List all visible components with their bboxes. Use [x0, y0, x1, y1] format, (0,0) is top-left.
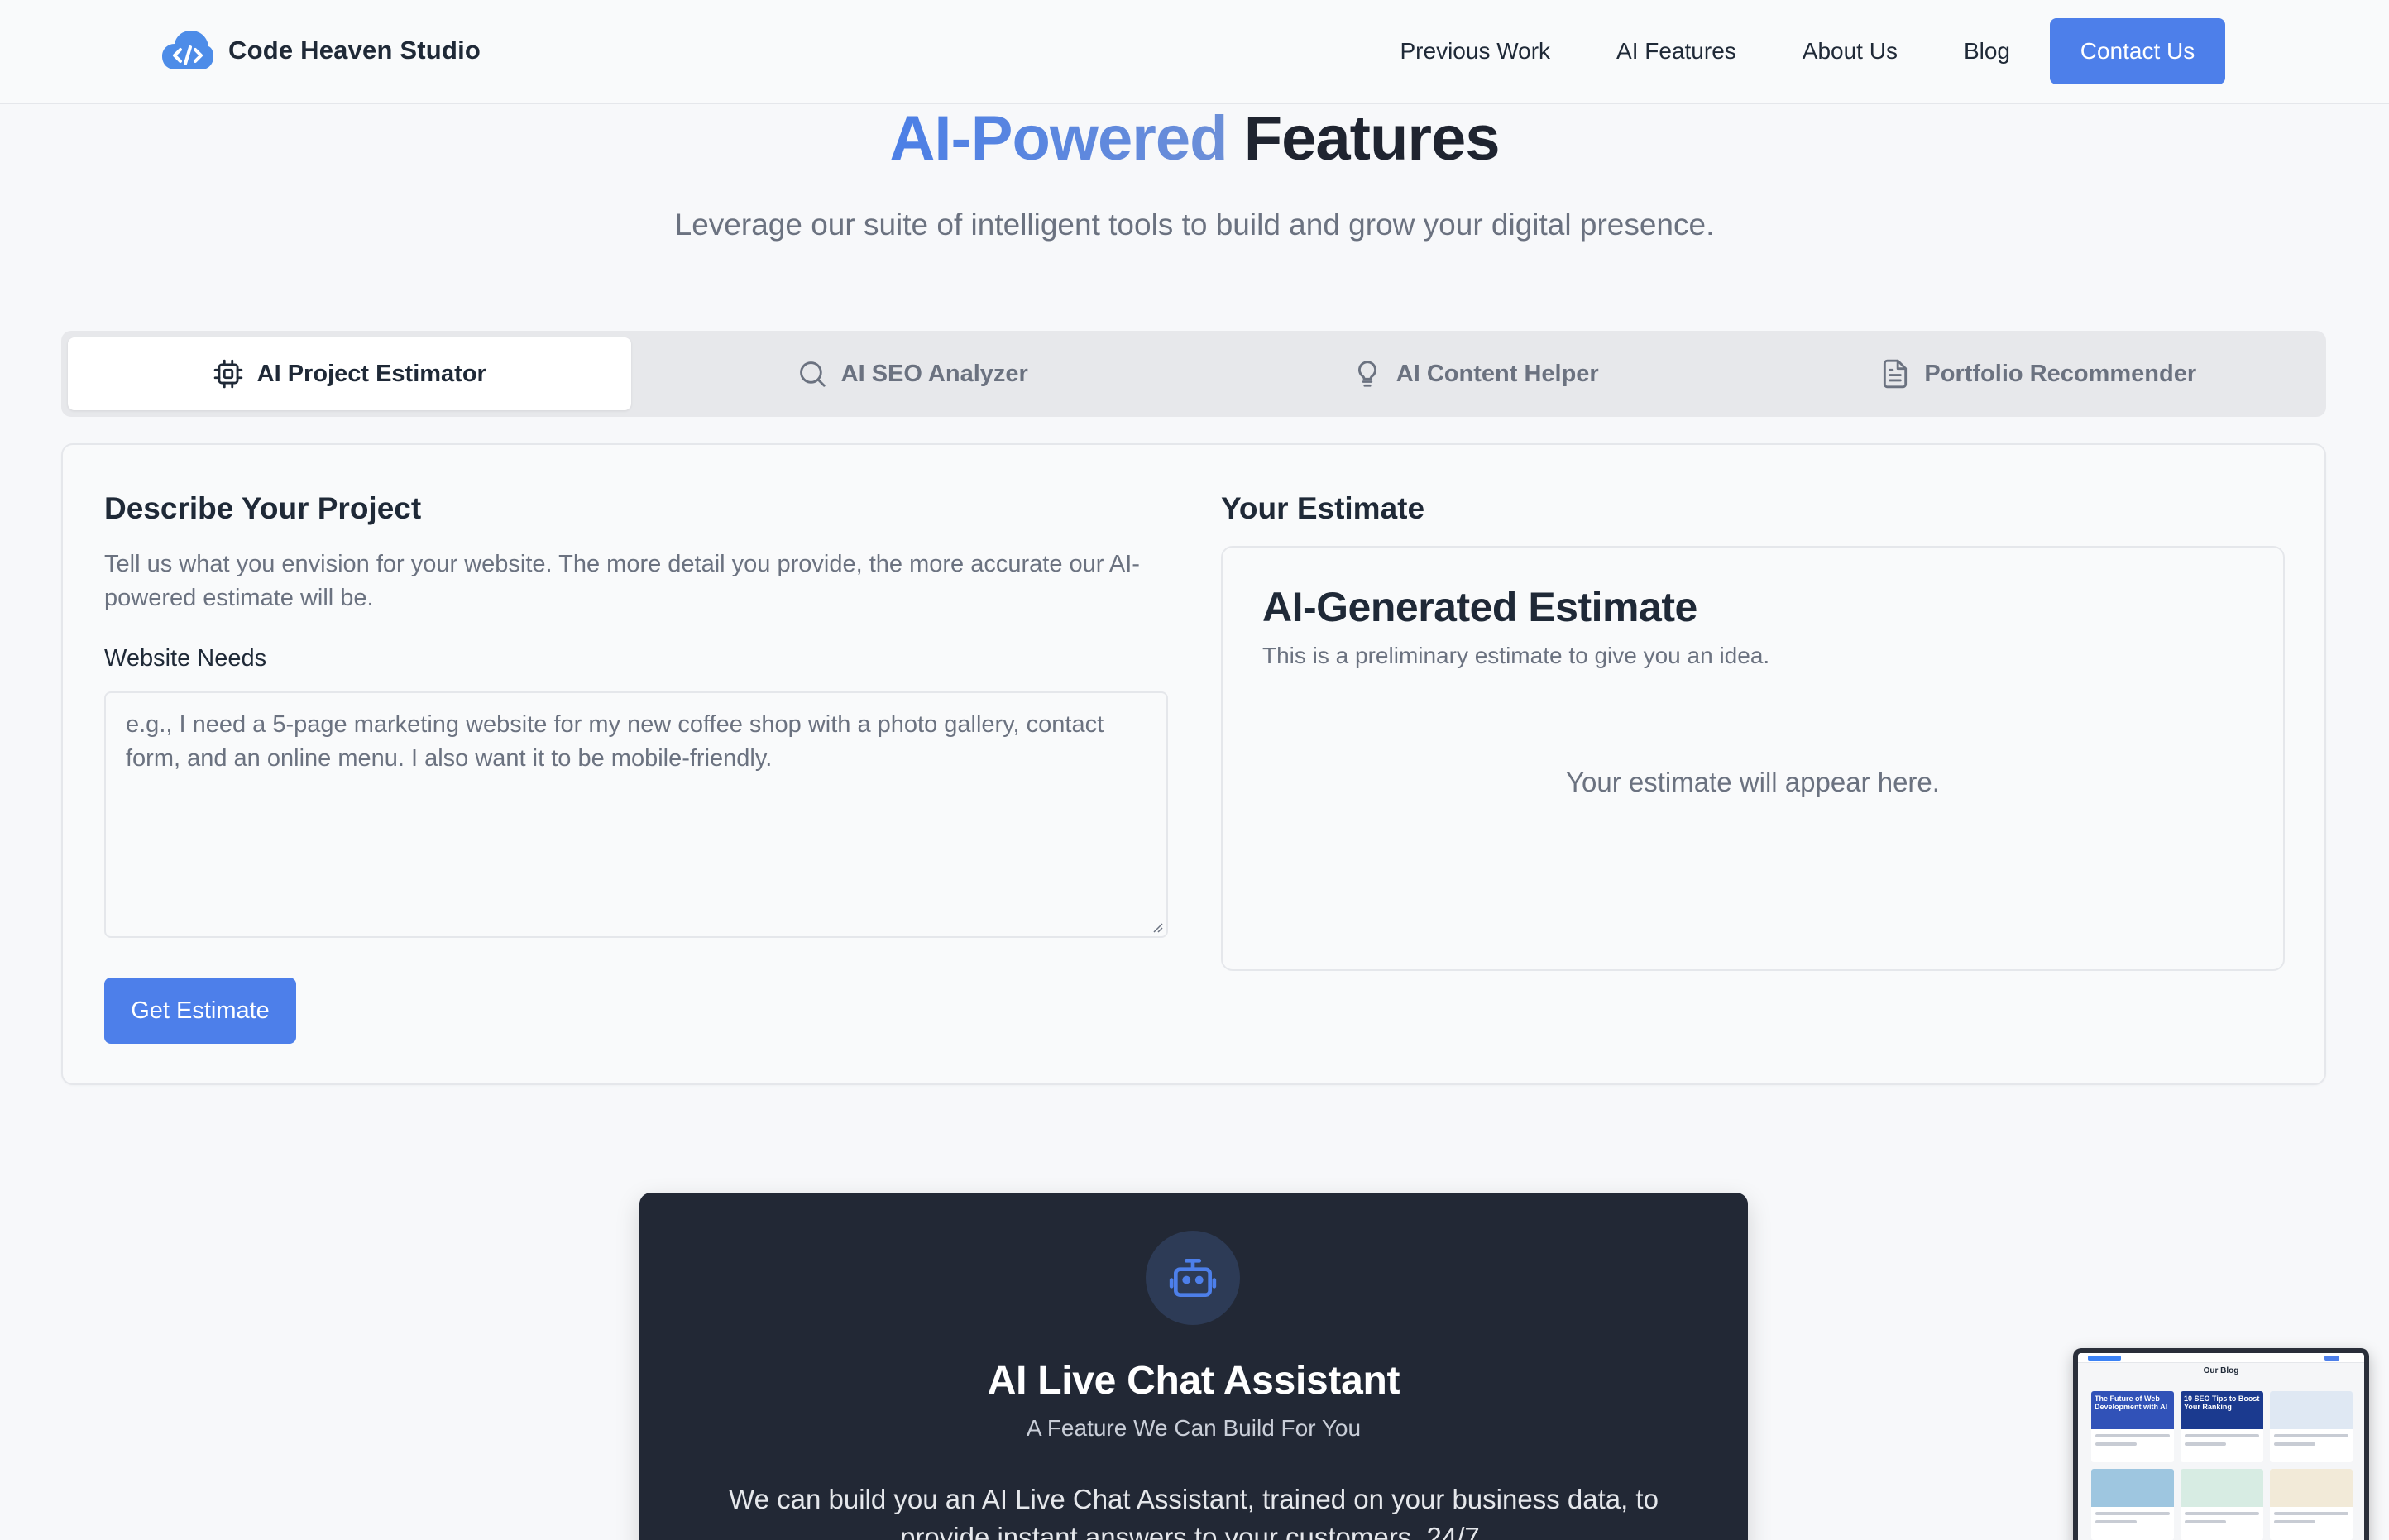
tab-label: AI Content Helper [1396, 360, 1599, 387]
preview-card-title: The Future of Web Development with AI [2095, 1394, 2168, 1411]
preview-card-title: 10 SEO Tips to Boost Your Ranking [2184, 1394, 2260, 1411]
preview-logo [2088, 1356, 2121, 1361]
chat-feature-subtitle: A Feature We Can Build For You [1026, 1415, 1362, 1441]
nav-previous-work[interactable]: Previous Work [1400, 18, 1551, 84]
page-subtitle: Leverage our suite of intelligent tools … [674, 208, 1715, 242]
page-title: AI-Powered Features [0, 98, 2389, 180]
estimate-placeholder: Your estimate will appear here. [1566, 767, 1940, 797]
tab-label: AI SEO Analyzer [840, 360, 1028, 387]
page: Code Heaven Studio Previous Work AI Feat… [0, 0, 2389, 1540]
preview-card: 10 SEO Tips to Boost Your Ranking [2181, 1391, 2263, 1462]
preview-card [2181, 1469, 2263, 1540]
brand-name: Code Heaven Studio [228, 36, 481, 65]
website-needs-textarea[interactable]: e.g., I need a 5-page marketing website … [104, 691, 1168, 938]
document-icon [1879, 358, 1911, 390]
preview-button [2324, 1356, 2339, 1361]
get-estimate-button[interactable]: Get Estimate [104, 978, 296, 1044]
nav-about-us[interactable]: About Us [1803, 18, 1898, 84]
estimator-card: Describe Your Project Tell us what you e… [61, 443, 2326, 1085]
brand[interactable]: Code Heaven Studio [160, 28, 481, 73]
chat-feature-description: We can build you an AI Live Chat Assista… [729, 1484, 1659, 1540]
resize-handle-icon[interactable] [1151, 921, 1163, 933]
tab-portfolio-recommender[interactable]: Portfolio Recommender [1757, 337, 2320, 410]
robot-icon [1169, 1259, 1217, 1297]
search-icon [797, 358, 828, 390]
estimate-subtitle: This is a preliminary estimate to give y… [1262, 643, 1770, 668]
preview-heading: Our Blog [2203, 1366, 2239, 1375]
nav-blog[interactable]: Blog [1964, 18, 2010, 84]
textarea-placeholder: e.g., I need a 5-page marketing website … [126, 711, 1104, 772]
feature-tabs: AI Project Estimator AI SEO Analyzer AI … [61, 331, 2326, 417]
live-chat-feature-panel: AI Live Chat Assistant A Feature We Can … [639, 1193, 1748, 1540]
cpu-chip-icon [213, 358, 244, 390]
project-form: Describe Your Project Tell us what you e… [104, 490, 1168, 1044]
form-title: Describe Your Project [104, 491, 422, 525]
page-preview-thumbnail[interactable]: Our Blog The Future of Web Development w… [2073, 1348, 2369, 1540]
tab-ai-project-estimator[interactable]: AI Project Estimator [68, 337, 631, 410]
preview-card [2270, 1469, 2353, 1540]
lightbulb-icon [1352, 358, 1383, 390]
preview-screen: Our Blog The Future of Web Development w… [2078, 1353, 2364, 1540]
chat-feature-title: AI Live Chat Assistant [987, 1359, 1400, 1403]
contact-us-button[interactable]: Contact Us [2050, 18, 2225, 84]
website-needs-label: Website Needs [104, 645, 267, 672]
page-title-rest: Features [1243, 103, 1501, 174]
estimate-section-title: Your Estimate [1221, 491, 1425, 525]
tab-ai-seo-analyzer[interactable]: AI SEO Analyzer [631, 337, 1194, 410]
tab-label: Portfolio Recommender [1924, 360, 2197, 387]
estimate-result-box: AI-Generated Estimate This is a prelimin… [1221, 546, 2285, 971]
tab-ai-content-helper[interactable]: AI Content Helper [1194, 337, 1757, 410]
preview-card [2270, 1391, 2353, 1462]
form-description: Tell us what you envision for your websi… [104, 551, 1140, 611]
site-header: Code Heaven Studio Previous Work AI Feat… [0, 0, 2389, 104]
nav-ai-features[interactable]: AI Features [1616, 18, 1736, 84]
preview-card: The Future of Web Development with AI [2091, 1391, 2174, 1462]
tab-label: AI Project Estimator [256, 360, 486, 387]
preview-card [2091, 1469, 2174, 1540]
main-nav: Previous Work AI Features About Us Blog … [1400, 18, 2225, 84]
cloud-code-icon [160, 28, 215, 73]
estimate-panel: Your Estimate AI-Generated Estimate This… [1221, 490, 2285, 971]
page-title-accent: AI-Powered [889, 103, 1228, 174]
estimate-title: AI-Generated Estimate [1262, 584, 1697, 630]
preview-nav [2078, 1353, 2364, 1363]
robot-icon-badge [1146, 1231, 1240, 1325]
preview-card-grid: The Future of Web Development with AI 10… [2091, 1391, 2353, 1540]
